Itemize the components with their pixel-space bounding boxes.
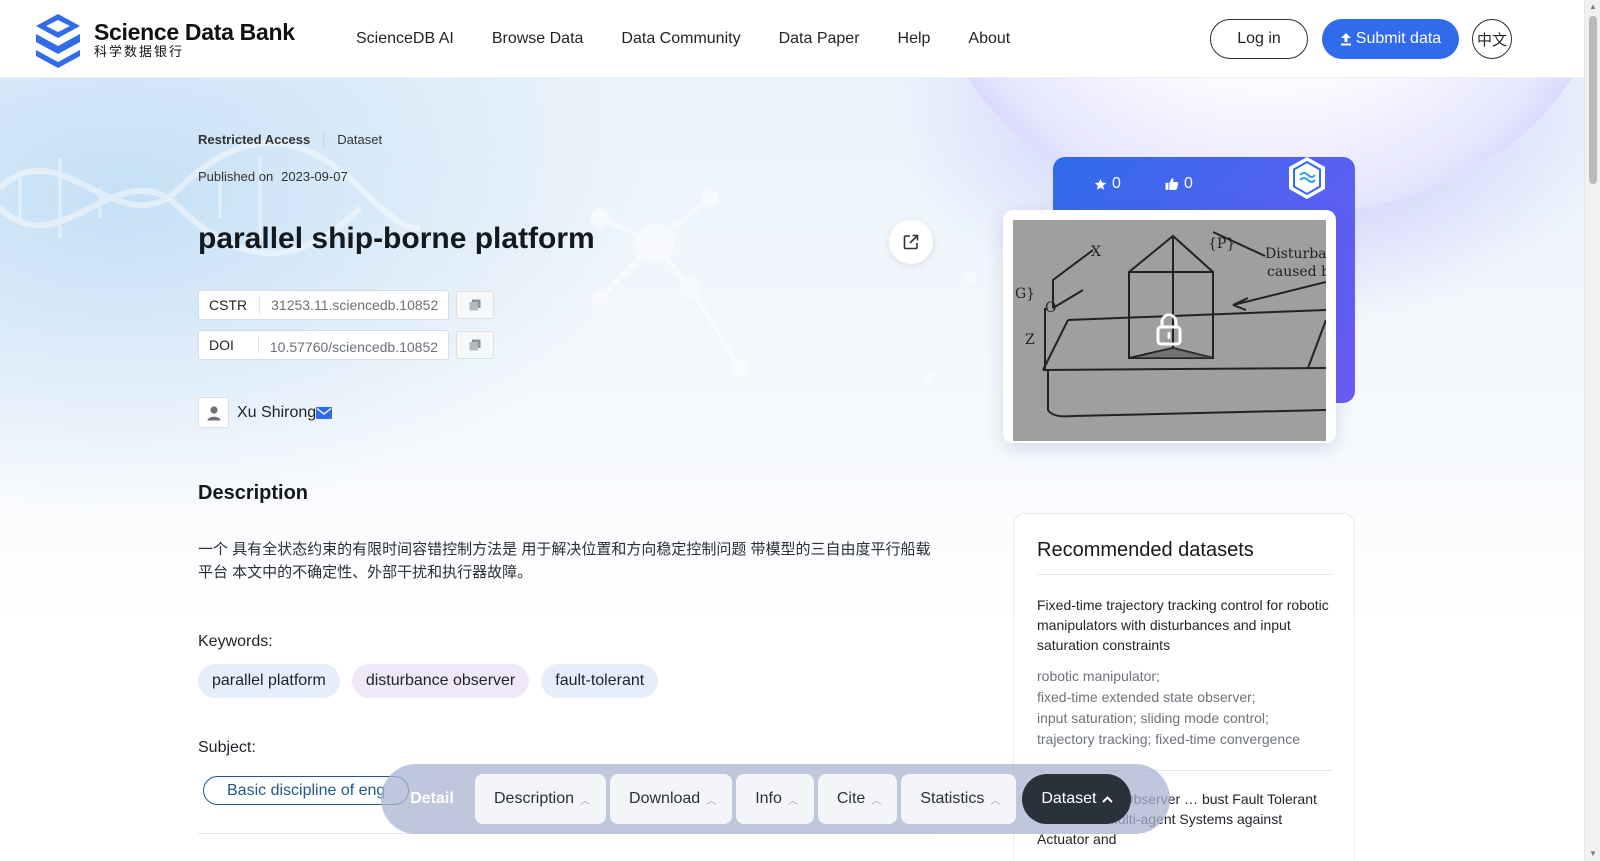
chevron-up-icon: ︿ bbox=[787, 795, 798, 807]
star-count[interactable]: 0 bbox=[1094, 175, 1121, 193]
recommended-item-keywords: robotic manipulator; fixed-time extended… bbox=[1037, 668, 1300, 747]
cstr-row: CSTR 31253.11.sciencedb.10852 bbox=[198, 290, 495, 320]
scroll-down-arrow-icon[interactable]: ▼ bbox=[1589, 850, 1597, 858]
tab-description[interactable]: Description ︿ bbox=[475, 774, 607, 824]
email-icon[interactable] bbox=[316, 406, 333, 419]
thumbs-up-icon bbox=[1165, 178, 1179, 190]
site-logo[interactable]: Science Data Bank 科学数据银行 bbox=[30, 12, 295, 68]
recommended-divider bbox=[1037, 574, 1332, 575]
svg-text:Z: Z bbox=[1025, 332, 1035, 348]
dataset-title: parallel ship-borne platform bbox=[198, 222, 595, 255]
published-date: 2023-09-07 bbox=[281, 169, 348, 184]
doi-row: DOI 10.57760/sciencedb.10852 bbox=[198, 330, 495, 360]
tab-cite[interactable]: Cite ︿ bbox=[817, 774, 898, 824]
chevron-up-icon: ︿ bbox=[990, 795, 1001, 807]
science-data-bank-logo-icon bbox=[36, 14, 80, 68]
description-heading: Description bbox=[198, 482, 309, 504]
section-tab-bar: Detail Description ︿ Download ︿ Info ︿ C… bbox=[381, 764, 1170, 834]
doi-label: DOI bbox=[199, 336, 259, 354]
submit-data-button[interactable]: Submit data bbox=[1322, 19, 1459, 59]
login-button[interactable]: Log in bbox=[1210, 19, 1308, 59]
page-scrollbar[interactable]: ▲ ▼ bbox=[1584, 0, 1600, 861]
author-row: Xu Shirong bbox=[198, 397, 333, 428]
top-navigation-bar: Science Data Bank 科学数据银行 ScienceDB AI Br… bbox=[0, 0, 1584, 78]
svg-text:{P}: {P} bbox=[1208, 236, 1235, 252]
svg-text:O: O bbox=[1045, 300, 1056, 316]
chevron-up-icon: ︿ bbox=[706, 795, 717, 807]
tab-label: Description bbox=[494, 790, 575, 807]
external-link-icon bbox=[903, 234, 919, 250]
cstr-field: CSTR 31253.11.sciencedb.10852 bbox=[198, 290, 450, 320]
published-date-row: Published on 2023-09-07 bbox=[198, 169, 348, 184]
tab-label: Download bbox=[629, 790, 701, 807]
like-count-value: 0 bbox=[1184, 175, 1193, 192]
user-icon bbox=[207, 405, 220, 420]
svg-text:G}: G} bbox=[1015, 286, 1035, 302]
tab-label: Dataset bbox=[1041, 790, 1097, 807]
meta-divider bbox=[323, 132, 325, 147]
tab-download[interactable]: Download ︿ bbox=[610, 774, 733, 824]
upload-icon bbox=[1340, 32, 1351, 45]
tab-label: Info bbox=[755, 790, 782, 807]
resource-type: Dataset bbox=[337, 132, 383, 147]
nav-about[interactable]: About bbox=[968, 30, 1010, 48]
cstr-label: CSTR bbox=[199, 296, 261, 314]
share-button[interactable] bbox=[889, 220, 933, 264]
tab-dataset[interactable]: Dataset bbox=[1022, 774, 1132, 824]
keyword-tag[interactable]: fault-tolerant bbox=[541, 664, 659, 698]
nav-sciencedb-ai[interactable]: ScienceDB AI bbox=[356, 30, 454, 48]
keyword-tag[interactable]: disturbance observer bbox=[351, 664, 530, 698]
nav-help[interactable]: Help bbox=[898, 30, 931, 48]
logo-text-english: Science Data Bank bbox=[94, 19, 295, 45]
svg-text:X: X bbox=[1091, 244, 1101, 260]
star-icon bbox=[1094, 178, 1107, 190]
tab-info[interactable]: Info ︿ bbox=[736, 774, 814, 824]
copy-cstr-button[interactable] bbox=[456, 291, 495, 319]
dataset-meta-row: Restricted Access Dataset bbox=[198, 132, 382, 147]
sciencedb-badge-icon bbox=[1289, 157, 1325, 199]
like-count[interactable]: 0 bbox=[1165, 175, 1193, 193]
locked-icon bbox=[1156, 313, 1182, 346]
cstr-value: 31253.11.sciencedb.10852 bbox=[271, 297, 439, 313]
published-label: Published on bbox=[198, 169, 274, 184]
nav-data-paper[interactable]: Data Paper bbox=[779, 30, 860, 48]
recommended-item-title[interactable]: Fixed-time trajectory tracking control f… bbox=[1037, 595, 1332, 655]
keywords-label: Keywords: bbox=[198, 633, 273, 650]
main-nav: ScienceDB AI Browse Data Data Community … bbox=[356, 0, 1048, 78]
svg-text:Disturbar: Disturbar bbox=[1265, 246, 1326, 262]
author-name[interactable]: Xu Shirong bbox=[237, 404, 316, 422]
doi-field: DOI 10.57760/sciencedb.10852 bbox=[198, 330, 450, 360]
molecule-decoration bbox=[590, 189, 976, 383]
nav-data-community[interactable]: Data Community bbox=[621, 30, 740, 48]
keywords-list: parallel platform disturbance observer f… bbox=[198, 664, 659, 698]
access-level: Restricted Access bbox=[198, 132, 311, 147]
tab-label: Cite bbox=[836, 790, 866, 807]
submit-data-label: Submit data bbox=[1355, 30, 1442, 47]
copy-doi-button[interactable] bbox=[456, 331, 495, 359]
copy-icon bbox=[469, 299, 481, 311]
logo-text-chinese: 科学数据银行 bbox=[94, 44, 185, 59]
chevron-up-icon bbox=[1102, 795, 1114, 803]
chevron-up-icon: ︿ bbox=[871, 795, 882, 807]
copy-icon bbox=[469, 339, 481, 351]
subject-tag[interactable]: Basic discipline of eng bbox=[203, 776, 410, 805]
tab-statistics[interactable]: Statistics ︿ bbox=[901, 774, 1017, 824]
doi-value: 10.57760/sciencedb.10852 bbox=[269, 339, 439, 355]
keyword-tag[interactable]: parallel platform bbox=[198, 664, 340, 698]
description-text: 一个 具有全状态约束的有限时间容错控制方法是 用于解决位置和方向稳定控制问题 带… bbox=[198, 541, 931, 581]
recommended-heading: Recommended datasets bbox=[1037, 539, 1254, 561]
scroll-up-arrow-icon[interactable]: ▲ bbox=[1589, 3, 1597, 11]
star-count-value: 0 bbox=[1112, 175, 1121, 192]
subject-label: Subject: bbox=[198, 739, 256, 756]
detail-label: Detail bbox=[410, 790, 454, 807]
nav-browse-data[interactable]: Browse Data bbox=[492, 30, 584, 48]
author-avatar bbox=[198, 397, 229, 428]
scroll-thumb[interactable] bbox=[1589, 16, 1597, 184]
svg-text:caused by: caused by bbox=[1267, 264, 1326, 280]
tab-label: Statistics bbox=[920, 790, 985, 807]
language-toggle-button[interactable]: 中文 bbox=[1472, 19, 1512, 59]
chevron-up-icon: ︿ bbox=[580, 795, 591, 807]
